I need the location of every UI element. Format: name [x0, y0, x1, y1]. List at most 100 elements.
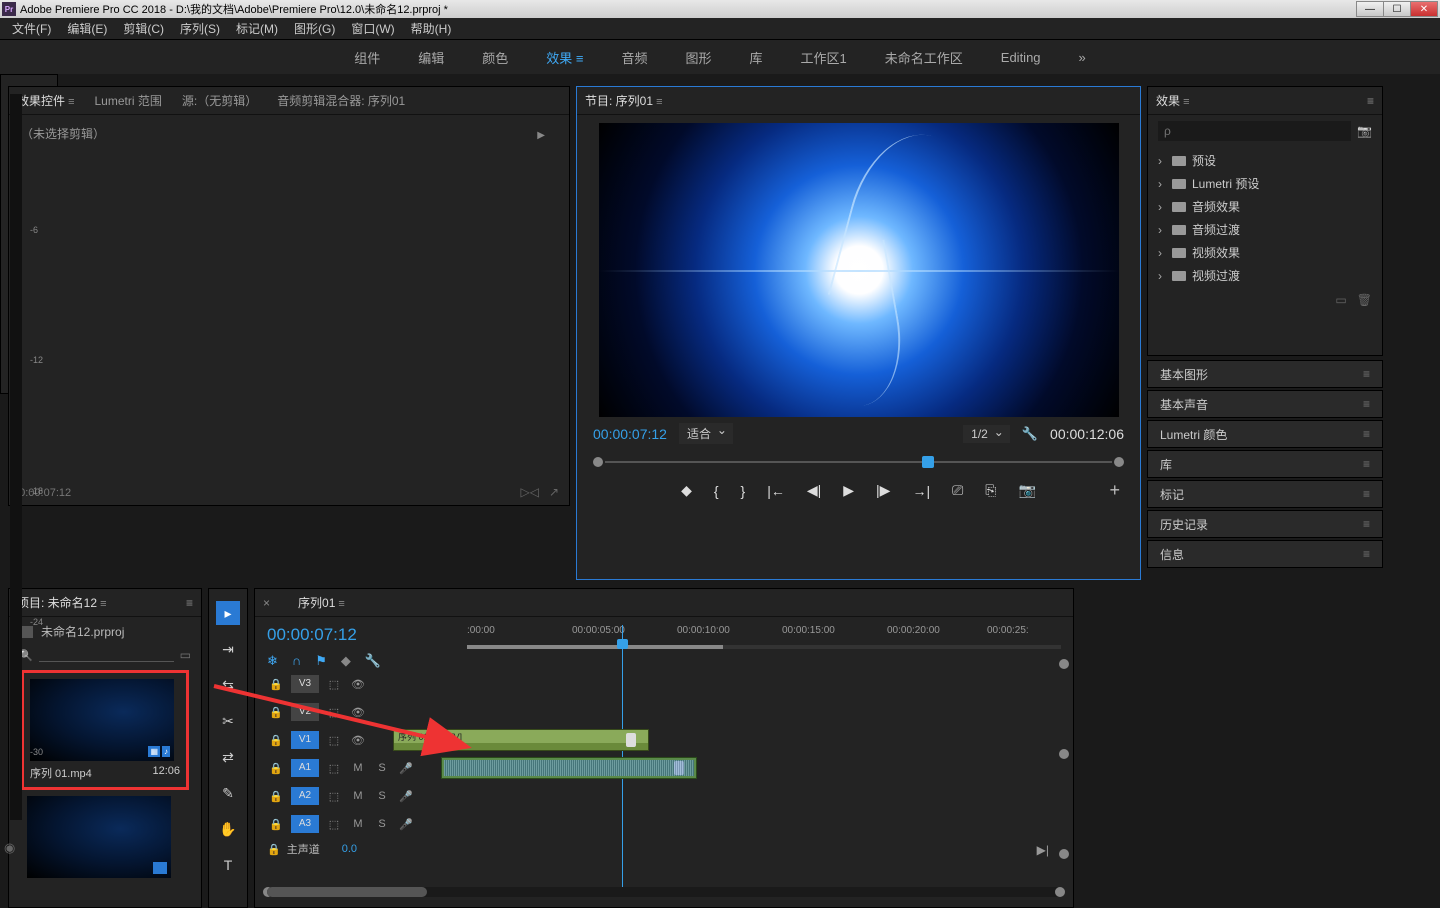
panel-libraries[interactable]: 库≡	[1147, 450, 1383, 478]
menu-window[interactable]: 窗口(W)	[345, 18, 400, 39]
effects-folder-audio-trans[interactable]: 音频过渡	[1158, 218, 1372, 241]
panel-menu-icon[interactable]: ≡	[1363, 487, 1370, 501]
step-back-icon[interactable]: ◀|	[807, 482, 821, 499]
timeline-ruler[interactable]: :00:00 00:00:05:00 00:00:10:00 00:00:15:…	[467, 625, 1061, 661]
play-icon[interactable]: ▶	[843, 482, 854, 499]
program-current-timecode[interactable]: 00:00:07:12	[593, 426, 667, 442]
track-label[interactable]: V2	[291, 703, 319, 721]
clip-transition-handle[interactable]	[626, 733, 636, 747]
track-sync-icon[interactable]: ⬚	[325, 734, 343, 747]
export-frame-icon[interactable]: 📷	[1019, 482, 1036, 499]
ws-graphics[interactable]: 图形	[686, 48, 712, 67]
track-mute-icon[interactable]: M	[349, 762, 367, 774]
menu-help[interactable]: 帮助(H)	[405, 18, 458, 39]
window-close-button[interactable]: ✕	[1410, 1, 1438, 17]
panel-menu-icon[interactable]: ≡	[1363, 367, 1370, 381]
timeline-audio-clip[interactable]	[441, 757, 697, 779]
track-sync-icon[interactable]: ⬚	[325, 790, 343, 803]
track-label[interactable]: A3	[291, 815, 319, 833]
ws-editing[interactable]: 编辑	[418, 48, 444, 67]
panel-menu-icon[interactable]: ≡	[1363, 427, 1370, 441]
window-minimize-button[interactable]: —	[1356, 1, 1384, 17]
master-lock-icon[interactable]: 🔒	[267, 843, 281, 856]
pen-tool-icon[interactable]: ✎	[216, 781, 240, 805]
menu-sequence[interactable]: 序列(S)	[174, 18, 226, 39]
effects-folder-presets[interactable]: 预设	[1158, 149, 1372, 172]
master-track-value[interactable]: 0.0	[342, 843, 357, 855]
effects-folder-video-fx[interactable]: 视频效果	[1158, 241, 1372, 264]
effects-panel-menu-icon[interactable]: ≡	[1367, 94, 1374, 108]
timeline-wrench-icon[interactable]: 🔧	[365, 653, 381, 669]
ws-color[interactable]: 颜色	[482, 48, 508, 67]
track-lock-icon[interactable]: 🔒	[267, 734, 285, 747]
program-settings-icon[interactable]: 🔧	[1022, 426, 1038, 442]
panel-essential-sound[interactable]: 基本声音≡	[1147, 390, 1383, 418]
ws-assembly[interactable]: 组件	[354, 48, 380, 67]
track-label[interactable]: V1	[291, 731, 319, 749]
track-eye-icon[interactable]: 👁	[349, 678, 367, 691]
timeline-goto-end-icon[interactable]: ▶|	[1037, 843, 1049, 857]
timeline-vertical-scrollbar[interactable]	[1059, 659, 1069, 859]
lift-icon[interactable]: ⎚	[952, 482, 963, 499]
clip-transition-handle[interactable]	[674, 761, 684, 775]
program-video-display[interactable]	[599, 123, 1119, 417]
program-zoom-dropdown[interactable]: 适合	[679, 423, 733, 444]
panel-markers[interactable]: 标记≡	[1147, 480, 1383, 508]
track-mute-icon[interactable]: M	[349, 790, 367, 802]
panel-essential-graphics[interactable]: 基本图形≡	[1147, 360, 1383, 388]
track-lock-icon[interactable]: 🔒	[267, 706, 285, 719]
timeline-timecode[interactable]: 00:00:07:12	[267, 625, 467, 645]
tab-audio-clip-mixer[interactable]: 音频剪辑混合器: 序列01	[277, 92, 405, 109]
track-lock-icon[interactable]: 🔒	[267, 762, 285, 775]
tab-lumetri-scopes[interactable]: Lumetri 范围	[95, 92, 162, 109]
razor-tool-icon[interactable]: ✂	[216, 709, 240, 733]
mark-in-icon[interactable]: ◆	[681, 482, 692, 499]
selection-tool-icon[interactable]: ▸	[216, 601, 240, 625]
menu-marker[interactable]: 标记(M)	[230, 18, 284, 39]
hand-tool-icon[interactable]: ✋	[216, 817, 240, 841]
menu-edit[interactable]: 编辑(E)	[61, 18, 113, 39]
tab-source-monitor[interactable]: 源:（无剪辑）	[182, 92, 257, 109]
project-panel-menu-icon[interactable]: ≡	[186, 596, 193, 610]
track-mute-icon[interactable]: M	[349, 818, 367, 830]
track-lock-icon[interactable]: 🔒	[267, 678, 285, 691]
ripple-edit-tool-icon[interactable]: ⇆	[216, 673, 240, 697]
effect-controls-icon-1[interactable]: ▷◁	[520, 485, 538, 499]
track-solo-icon[interactable]: S	[373, 790, 391, 802]
menu-clip[interactable]: 剪辑(C)	[117, 18, 170, 39]
timeline-settings-icon[interactable]: ◆	[341, 653, 351, 669]
effects-folder-video-trans[interactable]: 视频过渡	[1158, 264, 1372, 287]
project-search-input[interactable]	[39, 648, 174, 662]
panel-menu-icon[interactable]: ≡	[1363, 397, 1370, 411]
menu-graphics[interactable]: 图形(G)	[288, 18, 341, 39]
timeline-horizontal-scrollbar[interactable]	[267, 887, 1061, 897]
track-solo-icon[interactable]: S	[373, 818, 391, 830]
effects-new-bin-icon[interactable]	[1357, 124, 1372, 138]
panel-history[interactable]: 历史记录≡	[1147, 510, 1383, 538]
effects-new-folder-icon[interactable]: ▭	[1335, 293, 1346, 307]
effect-controls-toggle-icon[interactable]	[537, 127, 545, 141]
track-solo-icon[interactable]: S	[373, 762, 391, 774]
track-voice-icon[interactable]: 🎤	[397, 762, 415, 775]
panel-lumetri-color[interactable]: Lumetri 颜色≡	[1147, 420, 1383, 448]
track-label[interactable]: V3	[291, 675, 319, 693]
panel-menu-icon[interactable]: ≡	[1363, 457, 1370, 471]
track-eye-icon[interactable]: 👁	[349, 706, 367, 719]
program-resolution-dropdown[interactable]: 1/2	[963, 425, 1010, 443]
effects-delete-icon[interactable]: 🗑	[1357, 293, 1372, 307]
snap-icon[interactable]: ❄	[267, 653, 278, 669]
ws-overflow-button[interactable]: »	[1079, 50, 1086, 65]
step-forward-icon[interactable]: |▶	[876, 482, 890, 499]
track-label[interactable]: A2	[291, 787, 319, 805]
goto-out-icon[interactable]: →|	[912, 483, 930, 499]
ws-audio[interactable]: 音频	[621, 48, 647, 67]
tab-effects[interactable]: 效果	[1156, 92, 1190, 109]
markers-icon[interactable]: ⚑	[315, 653, 327, 669]
program-scrubber[interactable]	[593, 454, 1124, 470]
slip-tool-icon[interactable]: ⇄	[216, 745, 240, 769]
ws-editing-en[interactable]: Editing	[1001, 50, 1041, 65]
extract-icon[interactable]: ⎘	[985, 482, 996, 499]
track-label[interactable]: A1	[291, 759, 319, 777]
track-sync-icon[interactable]: ⬚	[325, 762, 343, 775]
timeline-close-icon[interactable]: ×	[263, 596, 270, 610]
